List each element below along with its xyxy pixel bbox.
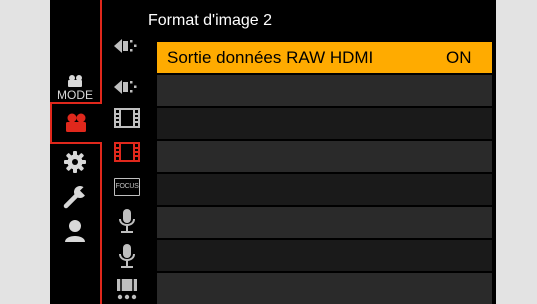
gear-icon <box>64 151 86 173</box>
sub-tab-column: FOCUS <box>102 0 152 304</box>
menu-row-hdmi-raw-output[interactable]: Sortie données RAW HDMI ON <box>157 42 492 73</box>
menu-row[interactable] <box>157 75 492 106</box>
sub-tab-focus[interactable]: FOCUS <box>102 172 152 202</box>
sub-tab-audio-2[interactable] <box>102 241 152 271</box>
image-quality-icon <box>114 39 137 53</box>
menu-row-value: ON <box>446 47 472 67</box>
sub-tab-image-format-1[interactable] <box>102 31 152 61</box>
sub-tab-film-1[interactable] <box>102 103 152 133</box>
menu-row[interactable] <box>157 240 492 271</box>
my-menu-tab[interactable] <box>50 215 100 247</box>
creative-video-tab[interactable] <box>50 102 100 144</box>
sub-tab-audio-1[interactable] <box>102 206 152 236</box>
person-icon <box>65 220 85 242</box>
sub-tab-film-2-active[interactable] <box>102 137 152 167</box>
video-settings-icon <box>117 279 137 300</box>
microphone-icon <box>119 209 135 233</box>
camera-menu-screen: MODE FOCUS Format d'image 2 Sortie donné… <box>50 0 496 304</box>
menu-row[interactable] <box>157 207 492 238</box>
video-camera-icon <box>66 113 86 132</box>
sub-tab-video-settings[interactable] <box>102 274 152 304</box>
setup-tab[interactable] <box>50 181 100 213</box>
custom-tab[interactable] <box>50 146 100 178</box>
focus-icon: FOCUS <box>114 178 140 196</box>
video-camera-icon <box>68 75 82 87</box>
wrench-icon <box>63 186 87 209</box>
page-title: Format d'image 2 <box>148 12 272 29</box>
sub-tab-image-format-2[interactable] <box>102 72 152 102</box>
menu-row-label: Sortie données RAW HDMI <box>167 47 374 67</box>
menu-row[interactable] <box>157 273 492 304</box>
microphone-icon <box>119 244 135 268</box>
mode-tab[interactable]: MODE <box>50 72 100 104</box>
menu-row[interactable] <box>157 141 492 172</box>
image-quality-icon <box>114 80 137 94</box>
menu-row[interactable] <box>157 108 492 139</box>
main-tab-column: MODE <box>50 0 100 304</box>
film-icon <box>114 142 140 162</box>
film-icon <box>114 108 140 128</box>
menu-row[interactable] <box>157 174 492 205</box>
mode-label: MODE <box>57 88 93 102</box>
